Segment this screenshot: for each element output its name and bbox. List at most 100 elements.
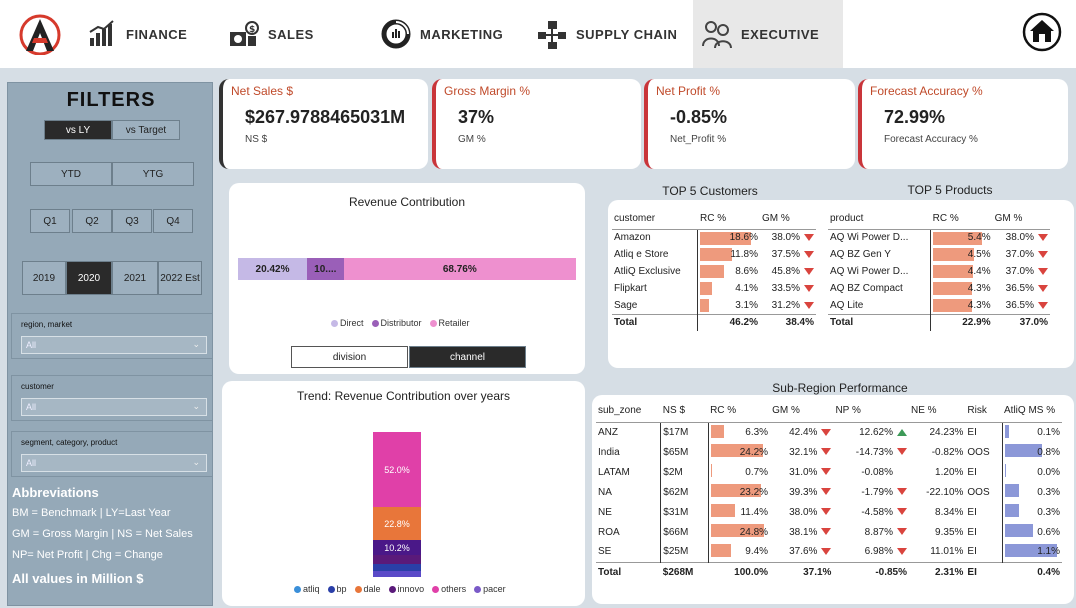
row-name: Flipkart [614, 283, 647, 294]
table-row[interactable]: Amazon 18.6% 38.0% [612, 229, 816, 246]
revenue-segment[interactable]: 10.... [307, 258, 344, 280]
nav-finance[interactable]: FINANCE [86, 0, 216, 68]
table-row[interactable]: NA $62M 23.2% 39.3% -1.79% -22.10% OOS 0.3% [596, 482, 1062, 502]
triangle-up-icon [897, 428, 907, 436]
row-name: AQ BZ Compact [830, 283, 903, 294]
bar-value: 0.7% [745, 466, 769, 478]
table-row[interactable]: AQ BZ Gen Y 4.5% 37.0% [828, 246, 1050, 263]
compare-vs-target-button[interactable]: vs Target [112, 120, 180, 140]
column-header[interactable]: NE % [909, 400, 966, 423]
year-2022-est-button[interactable]: 2022 Est [158, 261, 202, 295]
quarter-q3-button[interactable]: Q3 [112, 209, 152, 233]
nav-marketing[interactable]: MARKETING [380, 0, 528, 68]
column-header[interactable]: customer [612, 209, 698, 230]
gm-value: 42.4% [770, 422, 833, 442]
row-name: Atliq e Store [614, 249, 669, 260]
compare-vs-ly-button[interactable]: vs LY [44, 120, 112, 140]
table-row[interactable]: NE $31M 11.4% 38.0% -4.58% 8.34% EI 0.3% [596, 502, 1062, 522]
table-row[interactable]: AQ Lite 4.3% 36.5% [828, 297, 1050, 314]
row-name: AQ Lite [830, 299, 864, 311]
np-value: -1.79% [833, 482, 909, 502]
revenue-segment[interactable]: 68.76% [343, 258, 576, 280]
column-header[interactable]: product [828, 209, 931, 230]
nav-executive[interactable]: EXECUTIVE [693, 0, 843, 68]
gm-cell: 31.2% [760, 297, 816, 314]
triangle-down-icon [804, 234, 814, 242]
total-zone: Total [596, 561, 661, 582]
np-value: 12.62% [833, 422, 909, 442]
year-2019-button[interactable]: 2019 [22, 261, 66, 295]
period-ytd-button[interactable]: YTD [30, 162, 112, 186]
triangle-down-icon [1038, 250, 1048, 258]
trend-segment-innovo[interactable] [373, 555, 421, 564]
quarter-q4-button[interactable]: Q4 [153, 209, 193, 233]
period-ytg-button[interactable]: YTG [112, 162, 194, 186]
table-row[interactable]: AQ Wi Power D... 4.4% 37.0% [828, 263, 1050, 280]
sub-zone: India [598, 446, 620, 458]
column-header[interactable]: sub_zone [596, 400, 661, 423]
ne-value: 24.23% [929, 426, 964, 438]
risk-value: EI [967, 546, 977, 558]
data-bar [700, 265, 724, 278]
year-2020-button[interactable]: 2020 [66, 261, 112, 295]
trend-segment-innovo2[interactable]: 10.2% [373, 540, 421, 556]
revenue-contribution-title: Revenue Contribution [348, 195, 466, 209]
column-header[interactable]: Risk [965, 400, 1002, 423]
quarter-q1-button[interactable]: Q1 [30, 209, 70, 233]
revenue-contribution-bar: 20.42% 10.... 68.76% [238, 258, 576, 280]
table-row[interactable]: AtliQ Exclusive 8.6% 45.8% [612, 263, 816, 280]
table-row[interactable]: ANZ $17M 6.3% 42.4% 12.62% 24.23% EI 0.1% [596, 422, 1062, 442]
chevron-down-icon: ⌄ [192, 339, 200, 349]
segment-dropdown[interactable]: All ⌄ [21, 454, 207, 472]
customer-dropdown[interactable]: All ⌄ [21, 398, 207, 416]
home-icon[interactable] [1022, 12, 1062, 52]
trend-segment-dale[interactable]: 22.8% [373, 507, 421, 541]
trend-segment-others[interactable]: 52.0% [373, 432, 421, 508]
year-2021-button[interactable]: 2021 [112, 261, 158, 295]
table-row[interactable]: India $65M 24.2% 32.1% -14.73% -0.82% OOS 0.8% [596, 442, 1062, 462]
table-row[interactable]: Atliq e Store 11.8% 37.5% [612, 246, 816, 263]
quarter-q2-button[interactable]: Q2 [72, 209, 112, 233]
trend-segment-bp[interactable] [373, 563, 421, 572]
table-row[interactable]: ROA $66M 24.8% 38.1% 8.87% 9.35% EI 0.6% [596, 522, 1062, 542]
np-value: 6.98% [833, 542, 909, 562]
trend-stacked-column: 10.2% 22.8% 52.0% [373, 432, 421, 577]
nav-supply-chain[interactable]: SUPPLY CHAIN [536, 0, 688, 68]
nav-sales[interactable]: $ SALES [228, 0, 368, 68]
region-market-dropdown[interactable]: All ⌄ [21, 336, 207, 354]
column-header[interactable]: GM % [770, 400, 834, 423]
column-header[interactable]: RC % [697, 209, 760, 230]
total-ms: 0.4% [1002, 561, 1062, 582]
toggle-channel-button[interactable]: channel [409, 346, 526, 368]
column-header[interactable]: GM % [759, 209, 816, 230]
table-row[interactable]: AQ BZ Compact 4.3% 36.5% [828, 280, 1050, 297]
toggle-division-button[interactable]: division [291, 346, 408, 368]
table-row[interactable]: LATAM $2M 0.7% 31.0% -0.08% 1.20% EI 0.0% [596, 462, 1062, 482]
bar-value: 4.4% [967, 266, 991, 277]
bar-cell: 5.4% [930, 229, 993, 246]
table-row[interactable]: Flipkart 4.1% 33.5% [612, 280, 816, 297]
trend-title: Trend: Revenue Contribution over years [297, 389, 510, 403]
total-gm: 37.0% [992, 313, 1050, 331]
revenue-segment[interactable]: 20.42% [238, 258, 308, 280]
bar-value: 8.6% [735, 266, 758, 277]
column-header[interactable]: NP % [833, 400, 909, 423]
bar-value: 24.8% [739, 526, 769, 538]
bar-value: 0.1% [1037, 426, 1060, 438]
column-header[interactable]: NS $ [660, 400, 709, 423]
column-header[interactable]: AtliQ MS % [1002, 400, 1062, 423]
bar-cell: 0.7% [707, 462, 771, 482]
kpi-subtitle: GM % [458, 134, 486, 145]
ns-value: $17M [660, 422, 709, 442]
table-row[interactable]: Sage 3.1% 31.2% [612, 297, 816, 314]
column-header[interactable]: RC % [930, 209, 993, 230]
trend-segment-pacer[interactable] [373, 571, 421, 577]
table-row[interactable]: SE $25M 9.4% 37.6% 6.98% 11.01% EI 1.1% [596, 542, 1062, 562]
table-row[interactable]: AQ Wi Power D... 5.4% 38.0% [828, 229, 1050, 246]
nav-finance-label: FINANCE [126, 26, 188, 42]
bar-cell: 24.8% [707, 522, 771, 542]
column-header[interactable]: GM % [992, 209, 1050, 230]
column-header[interactable]: RC % [708, 400, 771, 423]
bar-value: 0.0% [1037, 466, 1060, 478]
bar-cell: 4.1% [697, 280, 760, 297]
